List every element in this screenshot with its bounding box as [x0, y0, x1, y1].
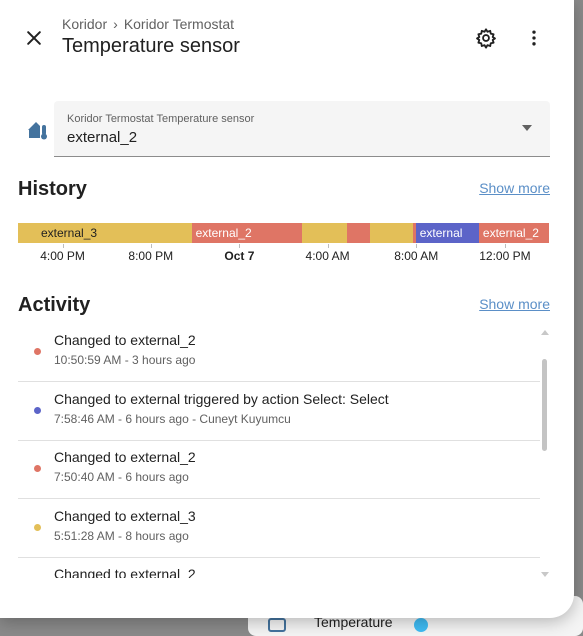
timeline-segment[interactable]: external_3 [18, 223, 192, 243]
timeline-segment[interactable] [369, 223, 414, 243]
breadcrumb-device[interactable]: Koridor Termostat [124, 16, 234, 32]
activity-heading: Activity [18, 294, 91, 316]
timeline-tick-mark [239, 244, 241, 248]
activity-message: Changed to external_2 [54, 332, 196, 348]
select-value: external_2 [67, 129, 138, 146]
timeline-segment[interactable] [346, 223, 370, 243]
timeline-tick-label: 12:00 PM [479, 249, 531, 263]
activity-timestamp: 7:58:46 AM - 6 hours ago - Cuneyt Kuyumc… [54, 411, 291, 426]
timeline-tick-label: 8:00 PM [128, 249, 174, 263]
history-timeline[interactable]: external_3 external_2 external external_2 [18, 223, 549, 243]
activity-status-dot [34, 465, 41, 472]
activity-timestamp: 10:50:59 AM - 3 hours ago [54, 353, 196, 367]
activity-message: Changed to external_3 [54, 507, 196, 524]
timeline-tick-label: 8:00 AM [394, 249, 439, 263]
background-card-icon [268, 618, 286, 632]
dialog-title: Temperature sensor [62, 35, 240, 57]
background-slider-handle [414, 618, 428, 632]
breadcrumb-separator: › [113, 16, 118, 32]
activity-status-dot [34, 348, 41, 355]
activity-item: Changed to external_3 5:51:28 AM - 8 hour… [18, 500, 540, 558]
activity-timestamp: 7:50:40 AM - 6 hours ago [54, 470, 189, 484]
activity-item: Changed to external_2 [18, 558, 540, 578]
timeline-segment[interactable]: external_2 [478, 223, 549, 243]
timeline-tick-mark [150, 244, 152, 248]
timeline-tick-mark [62, 244, 64, 248]
activity-item: Changed to external triggered by action … [18, 383, 540, 441]
history-show-more-link[interactable]: Show more [479, 180, 550, 196]
timeline-segment[interactable] [302, 223, 347, 243]
more-vertical-icon [532, 30, 536, 46]
activity-item: Changed to external_2 7:50:40 AM - 6 hour… [18, 441, 540, 499]
dropdown-arrow-icon [522, 125, 532, 131]
activity-show-more-link[interactable]: Show more [479, 296, 550, 312]
activity-message: Changed to external triggered by action … [54, 390, 389, 407]
timeline-tick-mark [416, 244, 418, 248]
activity-status-dot [34, 406, 41, 414]
breadcrumb-area[interactable]: Koridor [62, 16, 107, 32]
close-button[interactable] [20, 24, 48, 52]
gear-icon [476, 28, 496, 49]
settings-button[interactable] [472, 24, 500, 52]
activity-status-dot [34, 523, 41, 531]
activity-timestamp: 5:51:28 AM - 8 hours ago [54, 528, 189, 543]
scrollbar-thumb[interactable] [542, 359, 547, 451]
timeline-tick-mark [327, 244, 329, 248]
more-info-dialog: Koridor › Koridor Termostat Temperature … [0, 0, 574, 618]
timeline-segment[interactable]: external [415, 223, 479, 243]
more-options-button[interactable] [520, 24, 548, 52]
timeline-tick-label: 4:00 AM [305, 249, 350, 263]
timeline-tick-label: Oct 7 [224, 249, 255, 263]
close-icon [27, 31, 41, 45]
history-heading: History [18, 178, 87, 200]
timeline-tick-label: 4:00 PM [40, 249, 85, 263]
scroll-up-arrow-icon[interactable] [541, 330, 549, 335]
activity-item: Changed to external_2 10:50:59 AM - 3 hou… [18, 324, 540, 382]
activity-message: Changed to external_2 [54, 566, 196, 578]
home-thermometer-icon [28, 122, 47, 140]
activity-list: Changed to external_2 10:50:59 AM - 3 hou… [18, 324, 540, 578]
timeline-tick-mark [504, 244, 506, 248]
timeline-segment[interactable]: external_2 [191, 223, 303, 243]
select-label: Koridor Termostat Temperature sensor [67, 113, 255, 125]
scroll-down-arrow-icon[interactable] [541, 572, 549, 577]
state-select[interactable]: Koridor Termostat Temperature sensor ext… [54, 101, 550, 157]
breadcrumb: Koridor › Koridor Termostat [62, 16, 234, 32]
activity-message: Changed to external_2 [54, 449, 196, 465]
